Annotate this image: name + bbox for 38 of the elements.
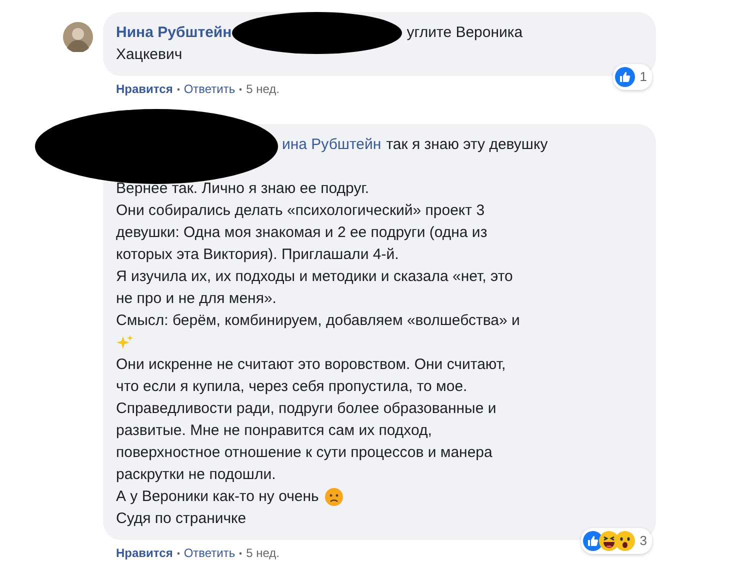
like-link[interactable]: Нравится [116, 544, 173, 562]
timestamp: 5 нед. [246, 545, 280, 562]
comment-text: развитые. Мне не понравится сам их подход, [116, 421, 433, 441]
reply-link[interactable]: Ответить [184, 544, 236, 562]
comment-text: так я знаю эту девушку [386, 135, 548, 155]
reaction-badge[interactable]: 3 [580, 528, 652, 554]
timestamp: 5 нед. [246, 81, 280, 98]
reply-link[interactable]: Ответить [184, 80, 236, 98]
comment-text: Они искренне не считают это воровством. Они считают, [116, 355, 507, 375]
author-link[interactable]: Нина Рубштейн [116, 22, 232, 44]
dot-separator-icon [239, 88, 242, 90]
dot-separator-icon [239, 552, 242, 554]
dot-separator-icon [176, 552, 180, 554]
dot-separator-icon [176, 88, 180, 90]
comment-text: Вернее так. Лично я знаю ее подруг. [116, 179, 370, 199]
surprised-face-icon [614, 531, 635, 551]
comment-text: Судя по страничке [116, 509, 248, 529]
comment-text: углите Вероника [406, 23, 523, 43]
comment-text: которых эта Виктория). Приглашали 4-й. [116, 245, 400, 265]
comment-text: Я изучила их, их подходы и методики и сказала «нет, это [116, 267, 514, 287]
comment-text: поверхностное отношение к сути процессов и манера [116, 443, 494, 463]
comment-text: не про и не для меня». [116, 289, 278, 309]
like-link[interactable]: Нравится [116, 80, 173, 98]
avatar[interactable] [63, 22, 93, 52]
author-link[interactable]: ина Рубштейн [282, 134, 382, 156]
reaction-count: 1 [638, 68, 648, 86]
thumbs-up-icon [614, 67, 635, 87]
comment-text: раскрутки не подошли. [116, 465, 277, 485]
comment-text: Справедливости ради, подруги более образованные и [116, 399, 498, 419]
comment-text: девушки: Одна моя знакомая и 2 ее подруги (одна из [116, 223, 488, 243]
comment-text: Хацкевич [116, 45, 184, 65]
comment-text: Они собирались делать «психологический» проект 3 [116, 201, 486, 221]
sad-face-icon [324, 488, 343, 506]
comment-text: А у Вероники как-то ну очень [116, 487, 319, 507]
reaction-count: 3 [638, 532, 648, 550]
comment-text: что если я купила, через себя пропустила, то мое. [116, 377, 468, 397]
reaction-badge[interactable]: 1 [612, 64, 652, 90]
comment-text: Смысл: берём, комбинируем, добавляем «волшебства» и [116, 311, 521, 331]
